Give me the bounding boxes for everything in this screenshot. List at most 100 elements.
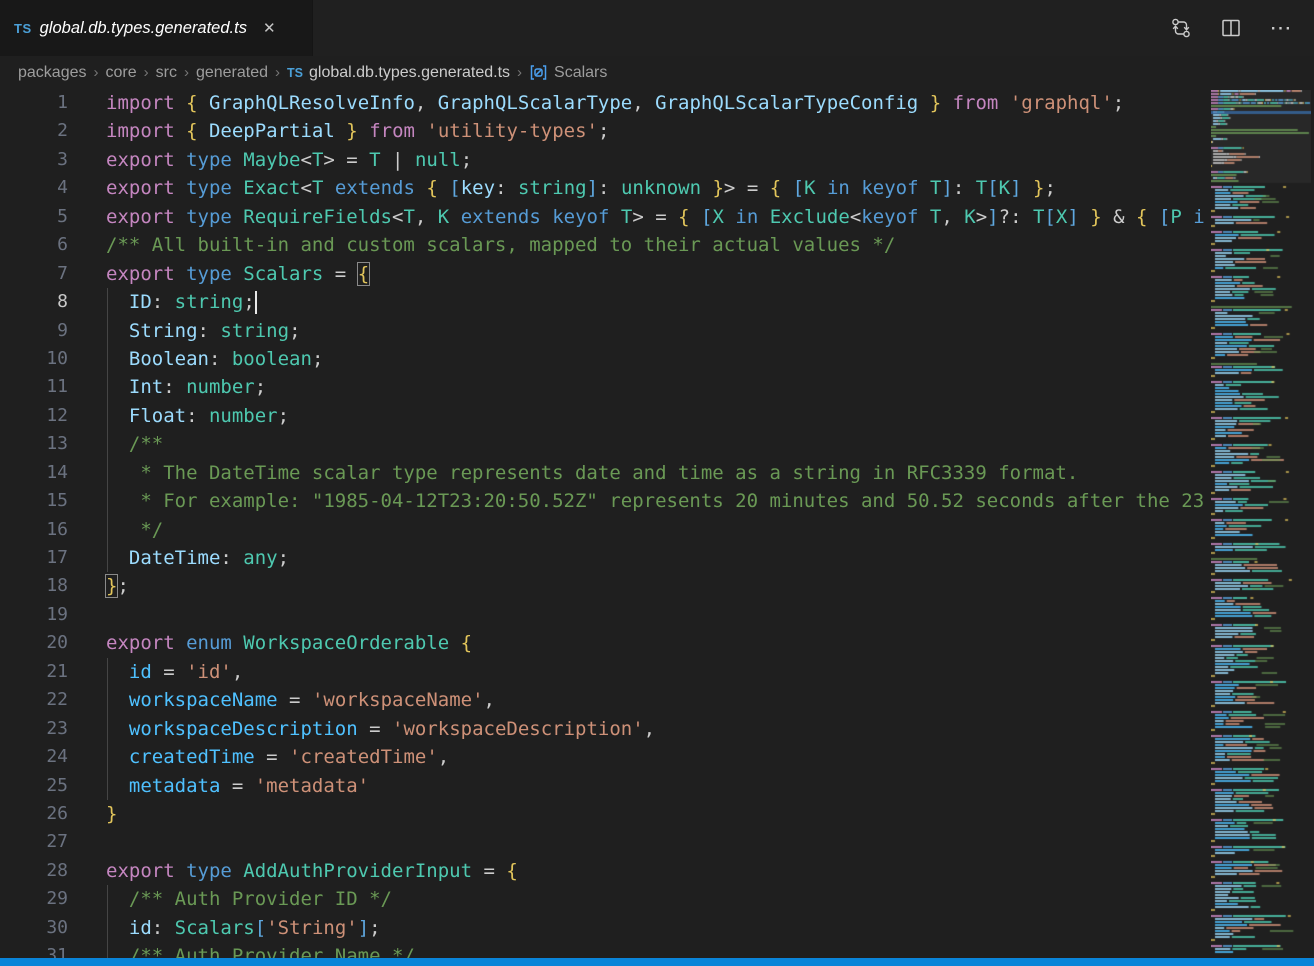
line-number: 19: [0, 601, 68, 629]
chevron-right-icon: ›: [517, 64, 522, 81]
code-text: ID: string;: [106, 288, 255, 316]
split-editor-icon[interactable]: [1218, 15, 1244, 41]
breadcrumb-src[interactable]: src: [156, 64, 177, 82]
line-number: 18: [0, 572, 68, 600]
code-line[interactable]: 31 /** Auth Provider Name */: [0, 942, 1206, 958]
line-number: 1: [0, 89, 68, 117]
breadcrumb-core[interactable]: core: [106, 64, 137, 82]
minimap-canvas: [1211, 90, 1311, 957]
code-line[interactable]: 14 * The DateTime scalar type represents…: [0, 459, 1206, 487]
code-line[interactable]: 5export type RequireFields<T, K extends …: [0, 203, 1206, 231]
code-text: }: [106, 800, 117, 828]
tab-global-db-types-generated[interactable]: TS global.db.types.generated.ts ✕: [0, 0, 313, 56]
code-line[interactable]: 28 export type AddAuthProviderInput = {: [0, 857, 1206, 885]
line-number: 11: [0, 373, 68, 401]
code-line[interactable]: 8 ID: string;: [0, 288, 1206, 316]
symbol-type-icon: [529, 64, 548, 81]
line-number: 4: [0, 174, 68, 202]
code-text: * The DateTime scalar type represents da…: [106, 459, 1078, 487]
status-accent-bar: [0, 958, 1314, 966]
text-cursor: [255, 291, 257, 314]
line-number: 29: [0, 885, 68, 913]
code-text: export type AddAuthProviderInput = {: [106, 857, 518, 885]
code-text: export type Maybe<T> = T | null;: [106, 146, 472, 174]
code-line[interactable]: 3export type Maybe<T> = T | null;: [0, 146, 1206, 174]
code-text: id = 'id',: [106, 658, 243, 686]
code-line[interactable]: 25 metadata = 'metadata': [0, 772, 1206, 800]
code-line[interactable]: 2 import { DeepPartial } from 'utility-ty…: [0, 117, 1206, 145]
code-line[interactable]: 10 Boolean: boolean;: [0, 345, 1206, 373]
line-number: 10: [0, 345, 68, 373]
compare-changes-icon[interactable]: [1168, 15, 1194, 41]
tab-close-icon[interactable]: ✕: [259, 17, 280, 39]
line-number: 14: [0, 459, 68, 487]
line-number: 16: [0, 516, 68, 544]
code-text: /**: [106, 430, 163, 458]
code-line[interactable]: 13 /**: [0, 430, 1206, 458]
code-line[interactable]: 6/** All built-in and custom scalars, ma…: [0, 231, 1206, 259]
chevron-right-icon: ›: [275, 64, 280, 81]
code-line[interactable]: 12 Float: number;: [0, 402, 1206, 430]
code-line[interactable]: 23 workspaceDescription = 'workspaceDesc…: [0, 715, 1206, 743]
line-number: 12: [0, 402, 68, 430]
code-text: export enum WorkspaceOrderable {: [106, 629, 472, 657]
line-number: 30: [0, 914, 68, 942]
more-actions-icon[interactable]: ⋯: [1268, 15, 1294, 41]
code-text: id: Scalars['String'];: [106, 914, 381, 942]
line-number: 8: [0, 288, 68, 316]
typescript-file-icon: TS: [14, 21, 32, 36]
code-text: Boolean: boolean;: [106, 345, 323, 373]
line-number: 15: [0, 487, 68, 515]
code-line[interactable]: 27: [0, 828, 1206, 856]
line-number: 23: [0, 715, 68, 743]
code-text: import { DeepPartial } from 'utility-typ…: [106, 117, 609, 145]
code-line[interactable]: 19: [0, 601, 1206, 629]
line-number: 28: [0, 857, 68, 885]
code-line[interactable]: 18};: [0, 572, 1206, 600]
breadcrumb-generated[interactable]: generated: [196, 64, 268, 82]
breadcrumb-file[interactable]: global.db.types.generated.ts: [309, 64, 510, 82]
line-number: 7: [0, 260, 68, 288]
code-line[interactable]: 9 String: string;: [0, 317, 1206, 345]
code-text: createdTime = 'createdTime',: [106, 743, 449, 771]
code-line[interactable]: 11 Int: number;: [0, 373, 1206, 401]
tab-title: global.db.types.generated.ts: [40, 19, 247, 38]
line-number: 21: [0, 658, 68, 686]
code-text: * For example: "1985-04-12T23:20:50.52Z"…: [106, 487, 1204, 515]
vscode-window: TS global.db.types.generated.ts ✕: [0, 0, 1314, 966]
line-number: 5: [0, 203, 68, 231]
code-line[interactable]: 26}: [0, 800, 1206, 828]
breadcrumb-packages[interactable]: packages: [18, 64, 87, 82]
line-number: 13: [0, 430, 68, 458]
breadcrumb: packages › core › src › generated › TS g…: [0, 56, 1314, 89]
code-editor[interactable]: 1import { GraphQLResolveInfo, GraphQLSca…: [0, 89, 1206, 958]
minimap[interactable]: [1206, 89, 1314, 958]
line-number: 31: [0, 942, 68, 958]
chevron-right-icon: ›: [144, 64, 149, 81]
code-line[interactable]: 21 id = 'id',: [0, 658, 1206, 686]
code-line[interactable]: 7export type Scalars = {: [0, 260, 1206, 288]
line-number: 2: [0, 117, 68, 145]
code-text: Float: number;: [106, 402, 289, 430]
code-line[interactable]: 30 id: Scalars['String'];: [0, 914, 1206, 942]
line-number: 6: [0, 231, 68, 259]
code-text: String: string;: [106, 317, 301, 345]
line-number: 9: [0, 317, 68, 345]
code-line[interactable]: 29 /** Auth Provider ID */: [0, 885, 1206, 913]
code-text: Int: number;: [106, 373, 266, 401]
chevron-right-icon: ›: [94, 64, 99, 81]
code-text: workspaceName = 'workspaceName',: [106, 686, 495, 714]
code-line[interactable]: 17 DateTime: any;: [0, 544, 1206, 572]
breadcrumb-symbol-scalars[interactable]: Scalars: [554, 64, 607, 82]
line-number: 22: [0, 686, 68, 714]
code-line[interactable]: 20export enum WorkspaceOrderable {: [0, 629, 1206, 657]
code-line[interactable]: 15 * For example: "1985-04-12T23:20:50.5…: [0, 487, 1206, 515]
code-text: metadata = 'metadata': [106, 772, 369, 800]
line-number: 26: [0, 800, 68, 828]
code-line[interactable]: 1import { GraphQLResolveInfo, GraphQLSca…: [0, 89, 1206, 117]
code-line[interactable]: 22 workspaceName = 'workspaceName',: [0, 686, 1206, 714]
code-line[interactable]: 4export type Exact<T extends { [key: str…: [0, 174, 1206, 202]
code-text: /** Auth Provider Name */: [106, 942, 415, 958]
code-line[interactable]: 16 */: [0, 516, 1206, 544]
code-line[interactable]: 24 createdTime = 'createdTime',: [0, 743, 1206, 771]
